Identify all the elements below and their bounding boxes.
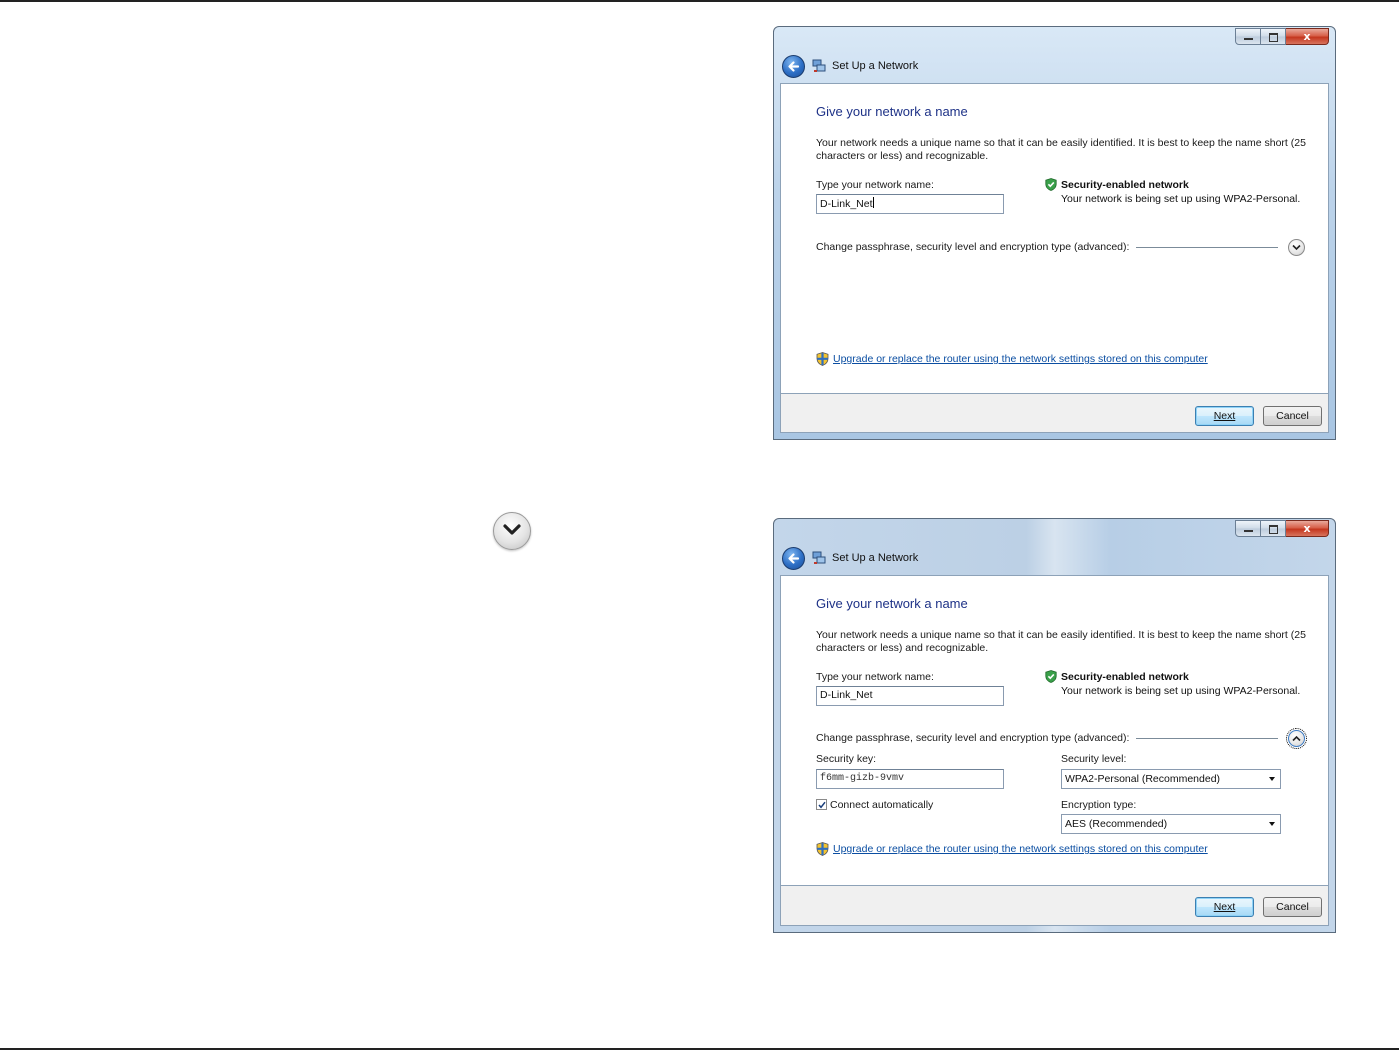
security-description: Your network is being set up using WPA2-… (1061, 193, 1301, 205)
back-arrow-icon (788, 61, 800, 72)
network-name-input[interactable]: D-Link_Net (816, 194, 1004, 214)
window-title: Set Up a Network (832, 60, 919, 72)
cancel-button[interactable]: Cancel (1263, 406, 1322, 426)
network-name-input[interactable]: D-Link_Net (816, 686, 1004, 706)
page-description: Your network needs a unique name so that… (816, 137, 1306, 162)
page-heading: Give your network a name (816, 104, 968, 119)
caption-buttons: x (1235, 28, 1329, 46)
uac-shield-icon (816, 352, 829, 366)
page-description: Your network needs a unique name so that… (816, 629, 1306, 654)
security-title: Security-enabled network (1061, 179, 1189, 191)
page-heading: Give your network a name (816, 596, 968, 611)
advanced-label: Change passphrase, security level and en… (816, 732, 1130, 744)
security-key-input[interactable]: f6mm-gizb-9vmv (816, 769, 1004, 789)
encryption-type-value: AES (Recommended) (1065, 818, 1168, 830)
security-key-label: Security key: (816, 753, 877, 765)
security-level-select[interactable]: WPA2-Personal (Recommended) (1061, 769, 1281, 789)
next-label: Next (1213, 901, 1236, 913)
expand-advanced-button[interactable] (1288, 239, 1305, 256)
advanced-label: Change passphrase, security level and en… (816, 241, 1130, 253)
connect-automatically-checkbox[interactable] (816, 799, 827, 810)
page-top-rule (0, 0, 1399, 2)
setup-network-window-expanded: x Set Up a Network Give your network a n… (773, 518, 1336, 933)
security-shield-icon (1045, 178, 1057, 191)
setup-network-window-collapsed: x Set Up a Network Give your network a n… (773, 26, 1336, 440)
page-bottom-rule (0, 1048, 1399, 1050)
close-button[interactable]: x (1286, 28, 1329, 45)
chevron-up-icon (1292, 735, 1301, 742)
minimize-button[interactable] (1235, 520, 1261, 537)
back-button[interactable] (782, 547, 805, 570)
dropdown-arrow-icon (1269, 777, 1275, 781)
advanced-divider (1136, 247, 1278, 248)
next-label: Next (1213, 410, 1236, 422)
network-name-label: Type your network name: (816, 179, 934, 191)
security-level-value: WPA2-Personal (Recommended) (1065, 773, 1221, 785)
close-button[interactable]: x (1286, 520, 1329, 537)
text-caret (872, 197, 874, 208)
collapse-advanced-button[interactable] (1286, 728, 1307, 749)
security-level-label: Security level: (1061, 753, 1127, 765)
back-arrow-icon (788, 553, 800, 564)
next-button[interactable]: Next (1195, 406, 1254, 426)
security-description: Your network is being set up using WPA2-… (1061, 685, 1301, 697)
network-name-value: D-Link_Net (820, 198, 873, 210)
upgrade-router-link[interactable]: Upgrade or replace the router using the … (833, 353, 1208, 365)
upgrade-router-link[interactable]: Upgrade or replace the router using the … (833, 843, 1208, 855)
chevron-down-circle-icon (493, 512, 531, 550)
uac-shield-icon (816, 842, 829, 856)
network-name-label: Type your network name: (816, 671, 934, 683)
network-setup-icon (812, 551, 826, 564)
dropdown-arrow-icon (1269, 822, 1275, 826)
maximize-button[interactable] (1261, 28, 1286, 45)
window-title: Set Up a Network (832, 552, 919, 564)
cancel-button[interactable]: Cancel (1263, 897, 1322, 917)
security-shield-icon (1045, 670, 1057, 683)
security-title: Security-enabled network (1061, 671, 1189, 683)
wizard-content: Give your network a name Your network ne… (780, 575, 1329, 886)
checkmark-icon (818, 801, 826, 809)
wizard-footer: Next Cancel (780, 394, 1329, 433)
close-icon: x (1303, 522, 1311, 535)
wizard-content: Give your network a name Your network ne… (780, 83, 1329, 394)
advanced-divider (1136, 738, 1278, 739)
connect-automatically-label: Connect automatically (830, 799, 934, 811)
maximize-button[interactable] (1261, 520, 1286, 537)
next-button[interactable]: Next (1195, 897, 1254, 917)
minimize-button[interactable] (1235, 28, 1261, 45)
wizard-footer: Next Cancel (780, 886, 1329, 926)
encryption-type-select[interactable]: AES (Recommended) (1061, 814, 1281, 834)
network-setup-icon (812, 59, 826, 72)
close-icon: x (1303, 30, 1311, 43)
caption-buttons: x (1235, 520, 1329, 538)
back-button[interactable] (782, 55, 805, 78)
encryption-type-label: Encryption type: (1061, 799, 1137, 811)
chevron-down-icon (1292, 244, 1301, 251)
